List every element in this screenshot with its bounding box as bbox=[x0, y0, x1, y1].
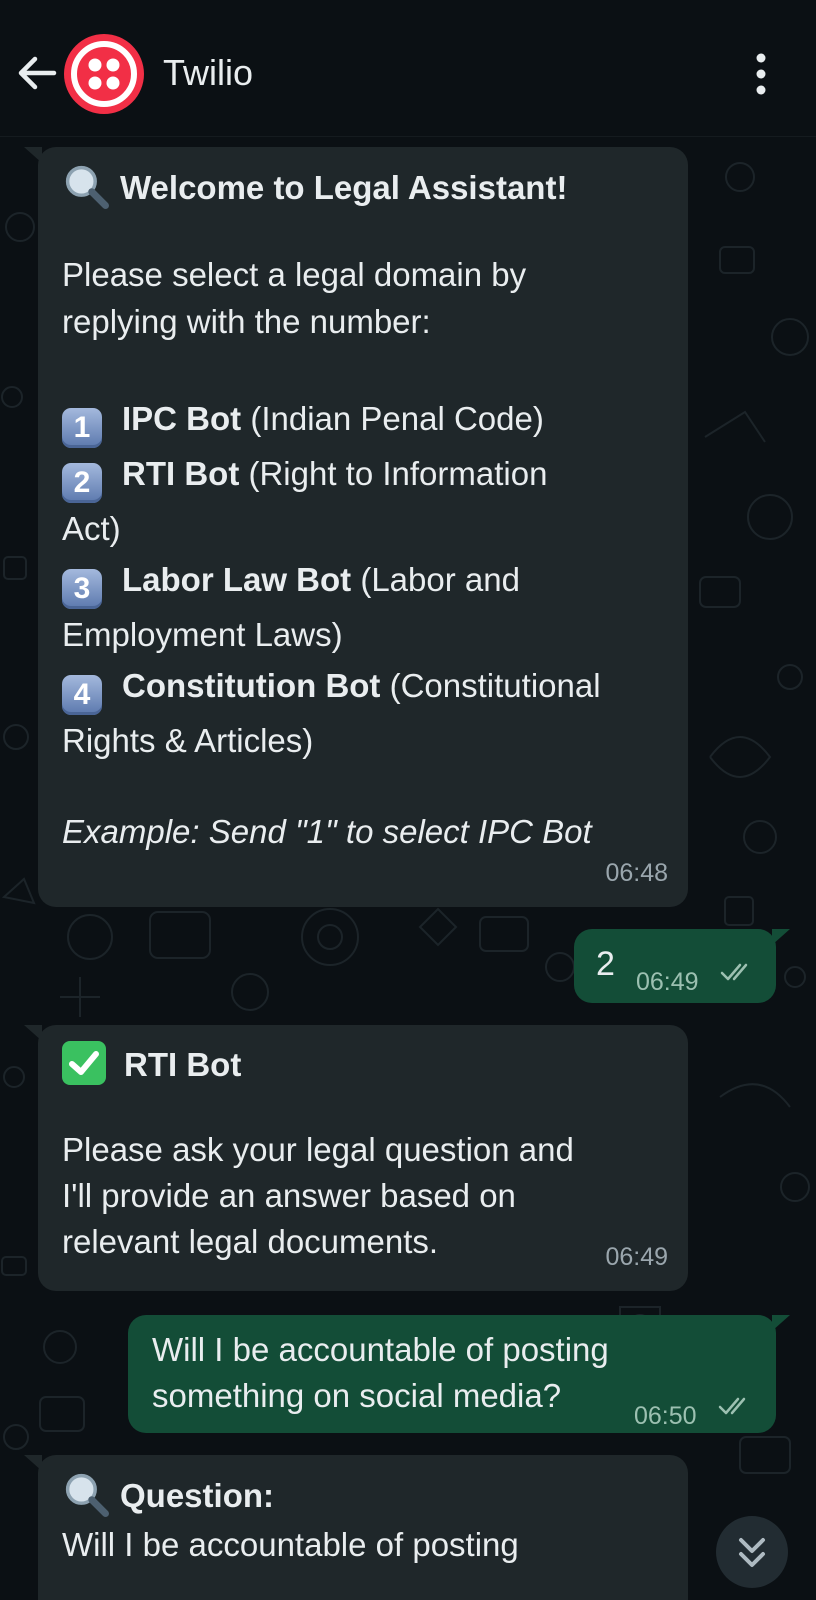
twilio-logo-icon bbox=[71, 41, 137, 107]
check-mark-button-icon bbox=[62, 1041, 106, 1085]
option-constitution-desc: (Constitutional bbox=[380, 667, 601, 704]
rti-line3: relevant legal documents. bbox=[62, 1223, 439, 1260]
welcome-example: Example: Send "1" to select IPC Bot bbox=[62, 813, 592, 850]
more-vertical-icon bbox=[756, 53, 766, 95]
bubble-tail bbox=[24, 1455, 42, 1471]
back-button[interactable] bbox=[14, 50, 60, 96]
option-rti-wrap: Act) bbox=[62, 510, 121, 547]
chat-area[interactable]: Welcome to Legal Assistant! Please selec… bbox=[0, 137, 816, 1600]
option-constitution: 4 Constitution Bot (Constitutional bbox=[62, 660, 664, 715]
option-labor-wrap: Employment Laws) bbox=[62, 616, 343, 653]
welcome-title: Welcome to Legal Assistant! bbox=[120, 169, 568, 206]
chat-header: Twilio bbox=[0, 0, 816, 137]
bubble-tail bbox=[772, 929, 790, 945]
scroll-to-bottom-button[interactable] bbox=[716, 1516, 788, 1588]
option-ipc-desc: (Indian Penal Code) bbox=[241, 400, 544, 437]
user-message-choice[interactable]: 2 06:49 bbox=[574, 929, 790, 1003]
read-receipt-icon bbox=[720, 963, 748, 981]
welcome-title-line: Welcome to Legal Assistant! bbox=[62, 163, 664, 209]
message-time: 06:49 bbox=[636, 968, 699, 996]
magnifying-glass-icon bbox=[65, 1473, 109, 1517]
rti-line2: I'll provide an answer based on bbox=[62, 1177, 516, 1214]
bubble-tail bbox=[772, 1315, 790, 1331]
question-title-line: Question: bbox=[62, 1471, 664, 1517]
message-time: 06:49 bbox=[605, 1243, 668, 1271]
bot-message-question-echo[interactable]: Question: Will I be accountable of posti… bbox=[24, 1455, 688, 1600]
option-rti: 2 RTI Bot (Right to Information bbox=[62, 448, 664, 503]
option-labor-desc: (Labor and bbox=[351, 561, 520, 598]
rti-title-line: RTI Bot bbox=[62, 1041, 664, 1087]
option-labor: 3 Labor Law Bot (Labor and bbox=[62, 554, 664, 609]
option-rti-name: RTI Bot bbox=[122, 455, 240, 492]
keycap-4-icon: 4 bbox=[62, 675, 102, 715]
option-ipc: 1 IPC Bot (Indian Penal Code) bbox=[62, 393, 664, 448]
welcome-intro-line1: Please select a legal domain by bbox=[62, 256, 527, 293]
option-labor-name: Labor Law Bot bbox=[122, 561, 352, 598]
user-message-question[interactable]: Will I be accountable of posting somethi… bbox=[128, 1315, 790, 1433]
option-constitution-wrap: Rights & Articles) bbox=[62, 722, 314, 759]
keycap-1-icon: 1 bbox=[62, 408, 102, 448]
bot-message-rti-selected[interactable]: RTI Bot Please ask your legal question a… bbox=[24, 1025, 688, 1291]
rti-title: RTI Bot bbox=[124, 1046, 242, 1083]
question-echo-line1: Will I be accountable of posting bbox=[62, 1526, 519, 1563]
option-rti-desc: (Right to Information bbox=[239, 455, 548, 492]
message-time: 06:50 bbox=[634, 1402, 697, 1430]
rti-line1: Please ask your legal question and bbox=[62, 1131, 574, 1168]
contact-avatar[interactable] bbox=[64, 34, 144, 114]
keycap-2-icon: 2 bbox=[62, 463, 102, 503]
question-title: Question: bbox=[120, 1477, 274, 1514]
user-choice-text: 2 bbox=[596, 945, 615, 983]
double-chevron-down-icon bbox=[739, 1538, 765, 1567]
read-receipt-icon bbox=[718, 1397, 746, 1415]
more-options-button[interactable] bbox=[746, 50, 776, 98]
option-ipc-name: IPC Bot bbox=[122, 400, 242, 437]
bubble-tail bbox=[24, 147, 42, 163]
bot-message-welcome[interactable]: Welcome to Legal Assistant! Please selec… bbox=[24, 147, 688, 907]
bubble-tail bbox=[24, 1025, 42, 1041]
user-question-line1: Will I be accountable of posting bbox=[152, 1331, 609, 1368]
magnifying-glass-icon bbox=[65, 165, 109, 209]
contact-name[interactable]: Twilio bbox=[163, 52, 253, 94]
option-constitution-name: Constitution Bot bbox=[122, 667, 381, 704]
arrow-left-icon bbox=[18, 56, 57, 90]
keycap-3-icon: 3 bbox=[62, 569, 102, 609]
welcome-intro-line2: replying with the number: bbox=[62, 303, 431, 340]
message-time: 06:48 bbox=[605, 859, 668, 887]
